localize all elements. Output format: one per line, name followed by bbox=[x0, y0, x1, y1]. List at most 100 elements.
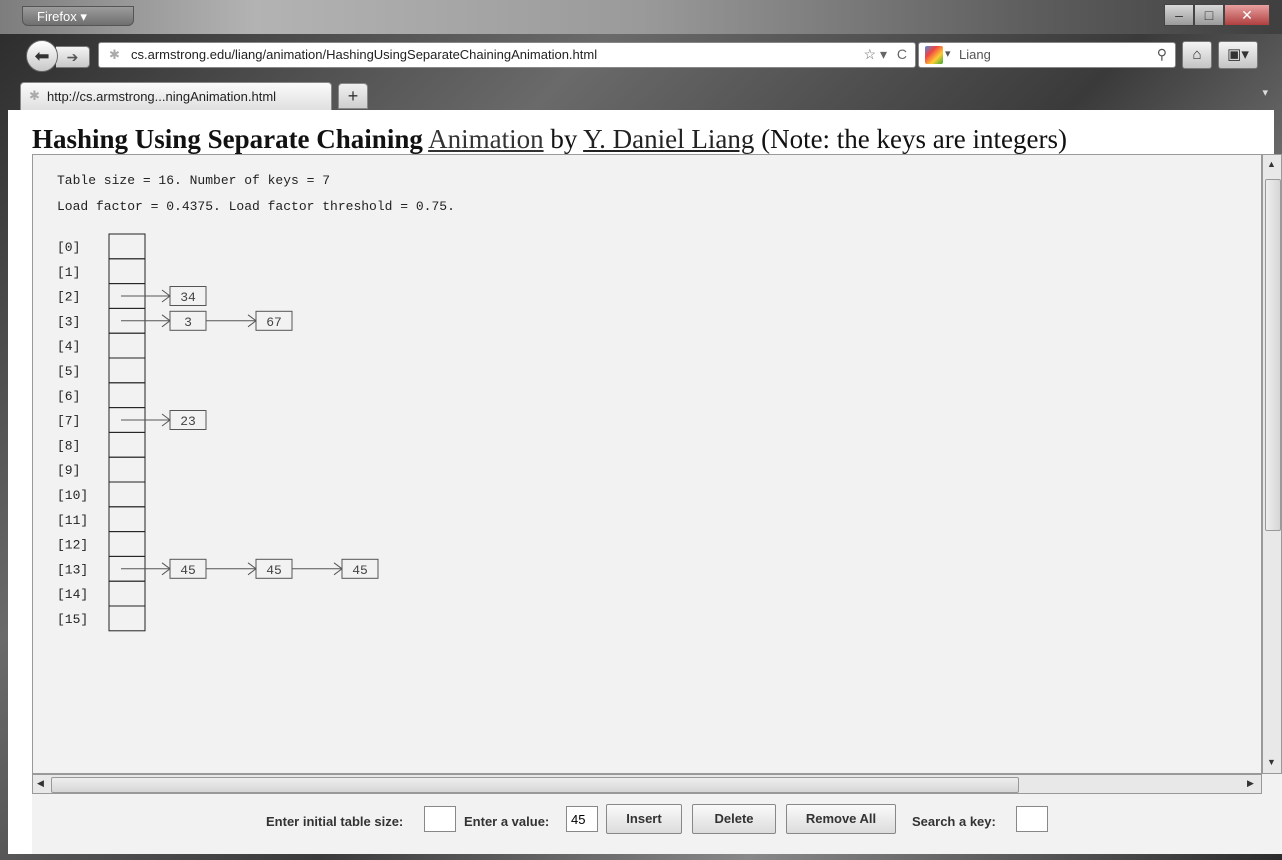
forward-button[interactable]: ➔ bbox=[56, 46, 90, 68]
search-key-label: Search a key: bbox=[912, 814, 996, 829]
url-bar-icons: ☆ ▾ C bbox=[864, 46, 908, 63]
chevron-down-icon: ▾ bbox=[80, 9, 87, 24]
chain-node-key: 45 bbox=[352, 563, 368, 578]
tab-strip: ✱ http://cs.armstrong...ningAnimation.ht… bbox=[8, 80, 1274, 110]
new-tab-label: + bbox=[347, 86, 359, 106]
slot-index-label: [13] bbox=[57, 562, 88, 577]
tab-favicon-icon: ✱ bbox=[29, 88, 40, 103]
bucket-cell bbox=[108, 357, 146, 384]
chain-node-key: 45 bbox=[180, 563, 196, 578]
bucket-cell bbox=[108, 431, 146, 458]
slot-index-label: [9] bbox=[57, 463, 80, 478]
bookmarks-button[interactable]: ▣▾ bbox=[1218, 41, 1258, 69]
page-title-bold: Hashing Using Separate Chaining bbox=[32, 124, 423, 154]
firefox-menu-label: Firefox bbox=[37, 9, 77, 24]
back-arrow-icon: ⬅ bbox=[34, 46, 50, 66]
chain-node-key: 34 bbox=[180, 290, 196, 305]
bucket-cell bbox=[108, 233, 146, 260]
slot-index-label: [8] bbox=[57, 438, 80, 453]
new-tab-button[interactable]: + bbox=[338, 83, 368, 109]
insert-button[interactable]: Insert bbox=[606, 804, 682, 834]
horizontal-scrollbar[interactable]: ◀ ▶ bbox=[32, 774, 1262, 794]
animation-link[interactable]: Animation bbox=[428, 124, 544, 154]
site-identity-icon[interactable]: ✱ bbox=[109, 47, 120, 63]
slot-index-label: [12] bbox=[57, 538, 88, 553]
tab-current[interactable]: ✱ http://cs.armstrong...ningAnimation.ht… bbox=[20, 82, 332, 110]
bookmark-star-icon[interactable]: ☆ bbox=[864, 46, 877, 62]
vertical-scroll-thumb[interactable] bbox=[1265, 179, 1281, 531]
chain-node-key: 45 bbox=[266, 563, 282, 578]
chain-node-key: 67 bbox=[266, 315, 282, 330]
hashing-applet: Table size = 16. Number of keys = 7 Load… bbox=[32, 154, 1282, 854]
tab-title: http://cs.armstrong...ningAnimation.html bbox=[47, 89, 277, 104]
reload-icon[interactable]: C bbox=[897, 46, 907, 62]
page-title: Hashing Using Separate Chaining Animatio… bbox=[32, 124, 1067, 155]
scroll-down-icon[interactable]: ▼ bbox=[1267, 757, 1276, 767]
table-size-input[interactable] bbox=[424, 806, 456, 832]
bucket-cell bbox=[108, 605, 146, 632]
scroll-right-icon[interactable]: ▶ bbox=[1247, 778, 1254, 789]
dropdown-icon[interactable]: ▾ bbox=[880, 46, 887, 62]
slot-index-label: [3] bbox=[57, 314, 80, 329]
slot-index-label: [4] bbox=[57, 339, 80, 354]
delete-button[interactable]: Delete bbox=[692, 804, 776, 834]
minimize-icon: – bbox=[1175, 7, 1183, 23]
search-engine-dropdown-icon[interactable]: ▾ bbox=[945, 47, 951, 60]
search-engine-icon[interactable] bbox=[925, 46, 943, 64]
slot-index-label: [11] bbox=[57, 513, 88, 528]
maximize-icon: □ bbox=[1204, 7, 1214, 23]
slot-index-label: [15] bbox=[57, 612, 88, 627]
bucket-cell bbox=[108, 456, 146, 483]
chain-node-key: 3 bbox=[184, 315, 192, 330]
back-button[interactable]: ⬅ bbox=[26, 40, 58, 72]
bucket-cell bbox=[108, 332, 146, 359]
page-title-by: by bbox=[550, 124, 578, 154]
slot-index-label: [10] bbox=[57, 488, 88, 503]
firefox-menu-button[interactable]: Firefox ▾ bbox=[22, 6, 134, 26]
search-key-input[interactable] bbox=[1016, 806, 1048, 832]
url-bar[interactable]: ✱ cs.armstrong.edu/liang/animation/Hashi… bbox=[98, 42, 916, 68]
slot-index-label: [14] bbox=[57, 587, 88, 602]
bookmarks-icon: ▣▾ bbox=[1227, 46, 1249, 63]
bucket-cell bbox=[108, 258, 146, 285]
bucket-cell bbox=[108, 531, 146, 557]
search-bar[interactable]: ▾ Liang ⚲ bbox=[918, 42, 1176, 68]
back-forward-group: ➔ ⬅ bbox=[26, 40, 96, 72]
author-link[interactable]: Y. Daniel Liang bbox=[583, 124, 754, 154]
forward-arrow-icon: ➔ bbox=[66, 49, 79, 65]
slot-index-label: [2] bbox=[57, 290, 80, 305]
navigation-toolbar: ➔ ⬅ ✱ cs.armstrong.edu/liang/animation/H… bbox=[8, 36, 1274, 76]
remove-all-button[interactable]: Remove All bbox=[786, 804, 896, 834]
search-icon[interactable]: ⚲ bbox=[1157, 46, 1167, 63]
url-text[interactable]: cs.armstrong.edu/liang/animation/Hashing… bbox=[131, 47, 597, 62]
chain-node-key: 23 bbox=[180, 414, 196, 429]
value-input[interactable] bbox=[566, 806, 598, 832]
scroll-up-icon[interactable]: ▲ bbox=[1267, 159, 1276, 169]
slot-index-label: [7] bbox=[57, 414, 80, 429]
horizontal-scroll-thumb[interactable] bbox=[51, 777, 1019, 793]
bucket-cell bbox=[108, 382, 146, 409]
page-content: Hashing Using Separate Chaining Animatio… bbox=[8, 110, 1282, 854]
slot-index-label: [1] bbox=[57, 265, 80, 280]
bucket-cell bbox=[108, 506, 146, 533]
close-window-button[interactable]: ✕ bbox=[1224, 4, 1270, 26]
controls-panel: Enter initial table size: Enter a value:… bbox=[32, 796, 1282, 854]
maximize-button[interactable]: □ bbox=[1194, 4, 1224, 26]
hash-table-diagram: [0] [1] [2] [3] [4] [5] [6] [7] [8] [9] [10] [11] [1… bbox=[57, 233, 379, 632]
slot-index-label: [0] bbox=[57, 240, 80, 255]
home-button[interactable]: ⌂ bbox=[1182, 41, 1212, 69]
search-text[interactable]: Liang bbox=[959, 47, 991, 62]
page-title-note: (Note: the keys are integers) bbox=[761, 124, 1067, 154]
window-title-bar: Firefox ▾ – □ ✕ bbox=[0, 0, 1282, 34]
close-icon: ✕ bbox=[1241, 7, 1253, 23]
vertical-scrollbar[interactable]: ▲ ▼ bbox=[1262, 154, 1282, 774]
value-label: Enter a value: bbox=[464, 814, 550, 829]
slot-index-label: [6] bbox=[57, 389, 80, 404]
table-size-label: Enter initial table size: bbox=[266, 814, 404, 829]
scroll-left-icon[interactable]: ◀ bbox=[37, 778, 44, 789]
home-icon: ⌂ bbox=[1192, 46, 1202, 63]
slot-index-label: [5] bbox=[57, 364, 80, 379]
bucket-cell bbox=[108, 481, 146, 508]
list-all-tabs-icon[interactable]: ▾ bbox=[1262, 86, 1268, 99]
minimize-button[interactable]: – bbox=[1164, 4, 1194, 26]
